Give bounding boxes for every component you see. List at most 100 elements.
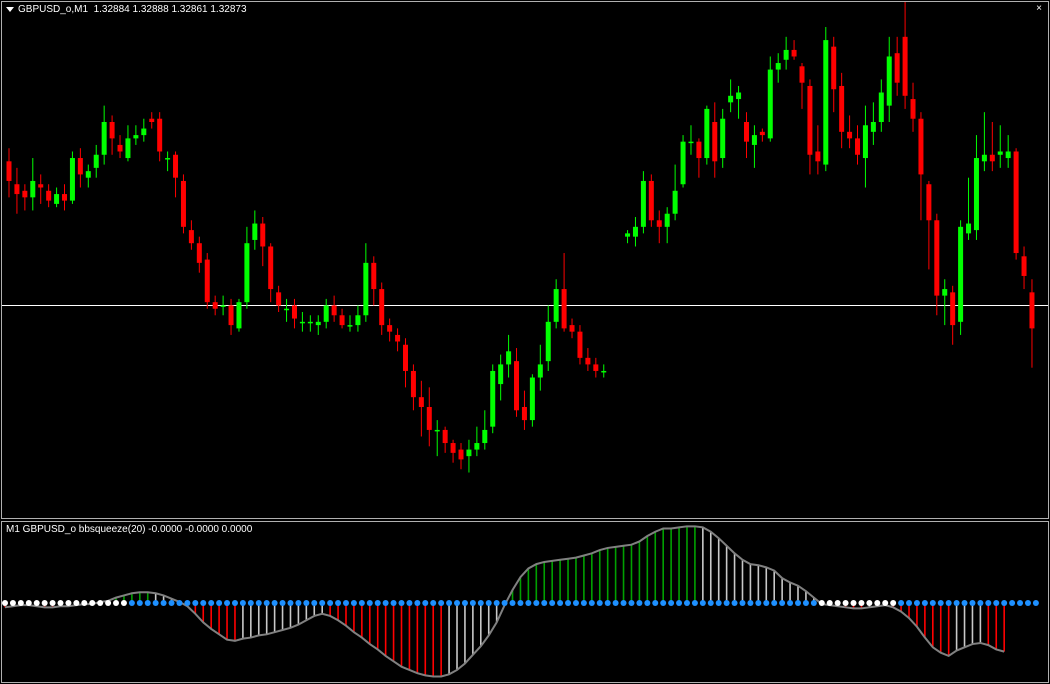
candle-body [6,161,12,181]
candle-body [688,141,694,144]
squeeze-dot [763,600,770,606]
candle [1021,246,1027,290]
squeeze-dot [691,600,698,606]
close-icon[interactable]: × [1036,3,1042,14]
squeeze-dot [810,600,817,606]
candle-body [894,53,900,83]
candle [997,125,1003,168]
candle-body [625,233,631,237]
candle [1029,279,1035,368]
candle-body [363,262,369,316]
squeeze-dot [279,600,286,606]
squeeze-dot [41,600,48,606]
candle-body [426,407,432,430]
candle [395,328,401,352]
squeeze-dot [715,600,722,606]
candle [807,79,813,175]
candle-body [839,85,845,132]
candle [315,315,321,335]
candle-body [545,321,551,362]
candle [450,439,456,463]
squeeze-dot [247,600,254,606]
candle-body [244,243,250,303]
squeeze-dot [224,600,231,606]
candle [284,298,290,322]
candle [355,305,361,332]
candle [117,135,123,159]
squeeze-dot [565,600,572,606]
candle [14,167,20,214]
squeeze-dot [485,600,492,606]
indicator-panel[interactable]: M1 GBPUSD_o bbsqueeze(20) -0.0000 -0.000… [1,521,1049,683]
squeeze-dot [374,600,381,606]
squeeze-dot [620,600,627,606]
squeeze-dot [73,600,80,606]
squeeze-dot [898,600,905,606]
candle-body [299,321,305,324]
squeeze-dot [509,600,516,606]
squeeze-dot [406,600,413,606]
candle [625,230,631,244]
squeeze-dot [65,600,72,606]
squeeze-dot [771,600,778,606]
candle [823,27,829,172]
candle-body [783,49,789,60]
candle-body [950,292,956,326]
squeeze-dot [580,600,587,606]
candle [728,79,734,113]
candle-body [418,397,424,407]
candle [688,125,694,155]
candle-body [966,223,972,234]
squeeze-dot [913,600,920,606]
squeeze-dot [477,600,484,606]
candle-body [736,92,742,100]
candle [331,295,337,322]
squeeze-dot [454,600,461,606]
candle-body [54,194,60,204]
dropdown-triangle-icon[interactable] [6,7,14,12]
squeeze-dot [398,600,405,606]
candle [125,125,131,162]
squeeze-dot [200,600,207,606]
squeeze-dot [49,600,56,606]
candle-body [585,357,591,365]
candle [521,390,527,430]
squeeze-dot [644,600,651,606]
candle [196,236,202,273]
candle [244,226,250,309]
candle-body [315,321,321,326]
squeeze-dot [533,600,540,606]
candle-body [942,289,948,296]
candle [815,125,821,175]
candle-body [704,108,710,159]
candle-body [498,364,504,385]
candle-body [46,190,52,201]
candle-body [958,226,964,322]
squeeze-dot [525,600,532,606]
squeeze-dot [802,600,809,606]
candle-body [791,49,797,57]
candle [759,128,765,142]
candle-body [973,158,979,231]
squeeze-dot [517,600,524,606]
squeeze-dot [977,600,984,606]
candle-body [38,184,44,188]
squeeze-dot [160,600,167,606]
candle-body [847,131,853,139]
candle-body [180,180,186,227]
candle [720,108,726,168]
squeeze-dot [208,600,215,606]
squeeze-dot [184,600,191,606]
candle-body [862,125,868,159]
price-chart-panel[interactable]: GBPUSD_o,M1 1.32884 1.32888 1.32861 1.32… [1,1,1049,519]
squeeze-dot [541,600,548,606]
squeeze-dot [239,600,246,606]
squeeze-dot [1001,600,1008,606]
candle-body [593,364,599,371]
squeeze-dot [699,600,706,606]
candle [371,256,377,306]
squeeze-dot [858,600,865,606]
squeeze-dot [842,600,849,606]
squeeze-dot [890,600,897,606]
candle-body [553,289,559,322]
